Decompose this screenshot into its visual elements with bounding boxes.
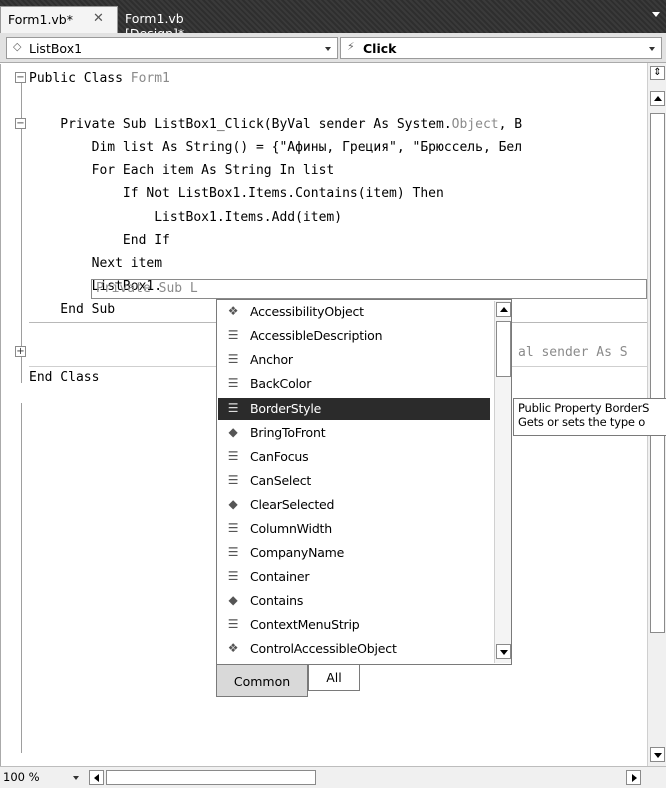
code-line: Next item [29, 256, 163, 271]
arrow-up-icon [500, 307, 508, 312]
tab-all[interactable]: All [308, 665, 360, 691]
arrow-down-icon [500, 650, 508, 655]
document-tab-bar: Form1.vb* ✕ Form1.vb [Design]* [0, 0, 666, 41]
scroll-left-button[interactable] [89, 770, 104, 785]
scroll-thumb[interactable] [496, 321, 511, 377]
scroll-up-button[interactable] [496, 302, 511, 317]
list-item-selected[interactable]: ☰ BorderStyle [218, 398, 490, 420]
list-item[interactable]: ☰ Anchor [218, 349, 490, 371]
list-item[interactable]: ☰ CanSelect [218, 470, 490, 492]
completion-scrollbar[interactable] [494, 301, 511, 663]
list-item[interactable]: ❖ AccessibilityObject [218, 301, 490, 323]
scroll-up-button[interactable] [650, 91, 665, 106]
outline-margin [21, 403, 22, 753]
chevron-down-icon[interactable] [325, 47, 331, 51]
method-name-combo[interactable]: ⚡ Click [340, 37, 662, 59]
property-icon: ☰ [227, 401, 239, 415]
property-special-icon: ❖ [227, 641, 239, 655]
close-icon[interactable]: ✕ [93, 11, 104, 26]
code-line: End If [29, 233, 170, 248]
list-item[interactable]: ☰ Container [218, 566, 490, 588]
class-name-value: ListBox1 [29, 41, 83, 56]
property-icon: ☰ [227, 352, 239, 366]
zoom-value: 100 % [3, 770, 40, 784]
expand-icon[interactable]: + [15, 346, 26, 357]
tab-list-dropdown-icon[interactable] [652, 12, 660, 17]
tab-common[interactable]: Common [216, 665, 308, 697]
method-icon: ◆ [228, 593, 238, 607]
collapsed-method-tail: al sender As S [518, 345, 628, 360]
chevron-down-icon[interactable] [73, 776, 79, 780]
arrow-right-icon [632, 774, 637, 782]
code-line: End Class [29, 370, 100, 385]
property-special-icon: ❖ [227, 304, 239, 318]
tooltip-description: Gets or sets the type o [518, 415, 646, 429]
scroll-thumb[interactable] [650, 113, 665, 633]
tooltip-signature: Public Property BorderS [518, 401, 650, 415]
chevron-down-icon[interactable] [649, 47, 655, 51]
list-item[interactable]: ◆ BringToFront [218, 422, 490, 444]
horizontal-scroll-thumb[interactable] [106, 770, 316, 785]
completion-list-popup[interactable]: ❖ AccessibilityObject ☰ AccessibleDescript… [216, 299, 512, 665]
arrow-up-icon [654, 96, 662, 101]
split-icon[interactable]: ⇕ [650, 66, 665, 80]
list-item[interactable]: ◆ Contains [218, 590, 490, 612]
code-line: For Each item As String In list [29, 163, 335, 178]
list-item[interactable]: ☰ ColumnWidth [218, 518, 490, 540]
property-icon: ☰ [227, 473, 239, 487]
list-item[interactable]: ☰ ContextMenuStrip [218, 614, 490, 636]
list-item[interactable]: ❖ ControlAccessibleObject [218, 638, 490, 660]
completion-list[interactable]: ❖ AccessibilityObject ☰ AccessibleDescript… [217, 300, 494, 664]
collapse-icon[interactable]: − [15, 118, 26, 129]
tab-form1-design[interactable]: Form1.vb [Design]* [118, 6, 252, 41]
method-name-value: Click [363, 41, 397, 56]
editor-bottom-bar: 100 % [0, 766, 666, 788]
property-icon: ☰ [227, 328, 239, 342]
arrow-left-icon [94, 774, 99, 782]
method-icon: ◆ [228, 425, 238, 439]
code-line: ListBox1.Items.Add(item) [29, 210, 343, 225]
method-icon: ◆ [228, 497, 238, 511]
collapse-icon[interactable]: − [15, 72, 26, 83]
zoom-combo[interactable]: 100 % [3, 770, 85, 786]
event-icon: ⚡ [347, 40, 355, 53]
control-icon: ◇ [13, 40, 22, 53]
navigation-bar: ◇ ListBox1 ⚡ Click [0, 33, 666, 63]
list-item[interactable]: ☰ BackColor [218, 373, 490, 395]
list-item[interactable]: ☰ CompanyName [218, 542, 490, 564]
property-icon: ☰ [227, 617, 239, 631]
code-line: Public Class Form1 [29, 71, 170, 86]
list-item[interactable]: ☰ CanFocus [218, 446, 490, 468]
quick-info-tooltip: Public Property BorderS Gets or sets the… [513, 398, 666, 436]
property-icon: ☰ [227, 449, 239, 463]
class-name-combo[interactable]: ◇ ListBox1 [6, 37, 338, 59]
tab-label: Form1.vb* [8, 12, 73, 27]
scroll-down-button[interactable] [496, 644, 511, 659]
collapsed-method-block[interactable]: Private Sub L [91, 279, 647, 299]
property-icon: ☰ [227, 521, 239, 535]
code-line: End Sub [29, 302, 116, 317]
list-item[interactable]: ☰ AccessibleDescription [218, 325, 490, 347]
arrow-down-icon [654, 753, 662, 758]
property-icon: ☰ [227, 569, 239, 583]
scroll-right-button[interactable] [626, 770, 641, 785]
code-line: Dim list As String() = {"Афины, Греция",… [29, 140, 523, 155]
code-line: If Not ListBox1.Items.Contains(item) The… [29, 186, 444, 201]
list-item[interactable]: ◆ ClearSelected [218, 494, 490, 516]
property-icon: ☰ [227, 545, 239, 559]
code-line: Private Sub ListBox1_Click(ByVal sender … [29, 117, 523, 132]
tab-form1-vb[interactable]: Form1.vb* ✕ [0, 6, 118, 33]
property-icon: ☰ [227, 376, 239, 390]
scroll-down-button[interactable] [650, 747, 665, 762]
